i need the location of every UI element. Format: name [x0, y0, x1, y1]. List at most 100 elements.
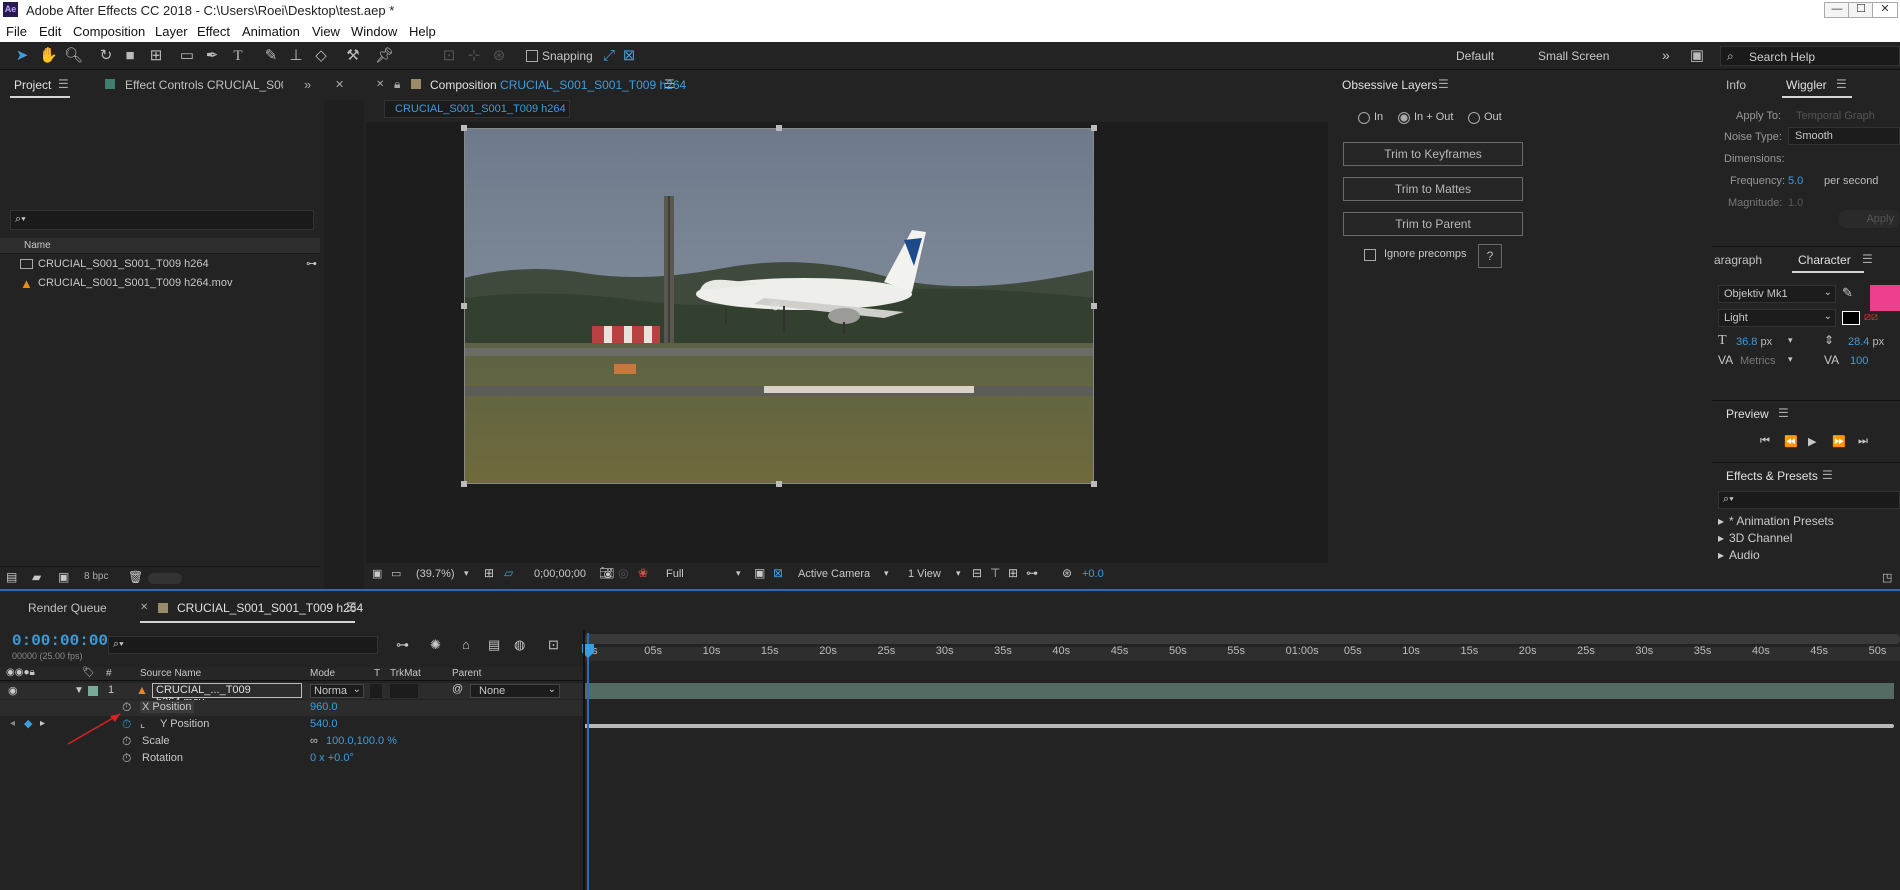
tab-render-queue[interactable]: Render Queue: [28, 601, 107, 615]
font-size-value[interactable]: 36.8 px: [1736, 336, 1772, 348]
tab-paragraph[interactable]: aragraph: [1714, 253, 1762, 267]
monitor-icon[interactable]: ▭: [391, 567, 401, 580]
menu-help[interactable]: Help: [409, 24, 436, 39]
new-comp-icon[interactable]: ▣: [58, 570, 69, 584]
puppet-pin-tool-icon[interactable]: 📌︎: [375, 47, 394, 65]
radio-in-out[interactable]: [1398, 112, 1410, 124]
thumbnail-scroller[interactable]: [148, 573, 182, 584]
character-menu-icon[interactable]: ☰: [1862, 252, 1873, 266]
layer-handle[interactable]: [1091, 303, 1097, 309]
tab-wiggler[interactable]: Wiggler: [1786, 78, 1827, 92]
minimize-button[interactable]: —: [1824, 2, 1850, 18]
axis-local-icon[interactable]: ⊡: [440, 47, 458, 65]
expand-arrow-icon[interactable]: ▸: [1718, 514, 1724, 528]
property-value[interactable]: 0 x +0.0°: [310, 752, 354, 764]
radio-in[interactable]: [1358, 112, 1370, 124]
zoom-dropdown[interactable]: (39.7%): [416, 568, 455, 580]
fill-color-swatch[interactable]: [1870, 285, 1900, 311]
pan-behind-tool-icon[interactable]: ⊞: [147, 47, 165, 65]
delete-icon[interactable]: 🗑︎: [128, 570, 143, 584]
graph-toggle-icon[interactable]: ⌞: [140, 717, 145, 730]
blend-mode-dropdown[interactable]: Norma ⌄: [310, 684, 364, 698]
snap-feature-icon[interactable]: ⊠: [620, 47, 638, 65]
font-style-dropdown[interactable]: Light ⌄: [1718, 309, 1836, 327]
layer-handle[interactable]: [776, 125, 782, 131]
layer-handle[interactable]: [461, 125, 467, 131]
title-safe-icon[interactable]: ⊞: [484, 566, 494, 580]
panel-overflow-icon[interactable]: »: [304, 77, 311, 92]
first-frame-icon[interactable]: ⏮: [1760, 435, 1770, 448]
effects-search-input[interactable]: ⌕▾: [1718, 491, 1900, 509]
camera-dropdown[interactable]: Active Camera: [798, 568, 870, 580]
column-mode[interactable]: Mode: [310, 668, 335, 679]
fill-stroke-icon[interactable]: [1842, 311, 1860, 325]
mask-visibility-icon[interactable]: ▱: [504, 566, 513, 580]
current-time-indicator[interactable]: [587, 633, 589, 890]
tracking-value[interactable]: 100: [1850, 355, 1868, 367]
preserve-transparency-toggle[interactable]: [370, 684, 382, 698]
anchor-point-icon[interactable]: ⊕: [770, 298, 781, 314]
trim-to-mattes-button[interactable]: Trim to Mattes: [1343, 177, 1523, 201]
frame-blending-icon[interactable]: ▤: [488, 637, 500, 653]
motion-blur-icon[interactable]: ◍: [514, 637, 525, 653]
layer-handle[interactable]: [1091, 481, 1097, 487]
layer-row[interactable]: ◉ ▼ 1 ▲ CRUCIAL_..._T009 h264.mov Norma …: [0, 683, 584, 708]
chevron-down-icon[interactable]: ▾: [884, 568, 889, 579]
type-tool-icon[interactable]: T: [229, 47, 247, 65]
timeline-icon[interactable]: ⊞: [1008, 566, 1018, 580]
play-icon[interactable]: ▶: [1808, 435, 1816, 448]
toggle-pixel-aspect-icon[interactable]: ⊟: [972, 566, 982, 580]
next-keyframe-icon[interactable]: ▸: [40, 718, 45, 729]
property-value[interactable]: 100.0,100.0 %: [326, 735, 397, 747]
property-row[interactable]: ⏱︎ Rotation 0 x +0.0°: [0, 751, 584, 767]
axis-view-icon[interactable]: ⊛: [490, 47, 508, 65]
trim-to-parent-button[interactable]: Trim to Parent: [1343, 212, 1523, 236]
project-menu-icon[interactable]: ☰: [58, 77, 69, 91]
layer-name[interactable]: CRUCIAL_..._T009 h264.mov: [152, 683, 302, 708]
resolution-dropdown[interactable]: Full: [666, 568, 684, 580]
selection-tool-icon[interactable]: ➤: [13, 47, 31, 65]
chevron-down-icon[interactable]: ▾: [956, 568, 961, 579]
pen-tool-icon[interactable]: ✒: [203, 47, 221, 65]
trkmat-dropdown[interactable]: [390, 684, 418, 698]
close-panel-icon[interactable]: ✕: [335, 78, 344, 91]
clone-stamp-tool-icon[interactable]: ⊥: [287, 47, 305, 65]
search-help-input[interactable]: ⌕ Search Help: [1720, 46, 1900, 66]
timeline-search-input[interactable]: ⌕▾: [108, 636, 378, 654]
rotate-tool-icon[interactable]: ↻: [97, 47, 115, 65]
new-window-icon[interactable]: ◳: [1882, 571, 1892, 584]
layer-duration-bar[interactable]: [584, 683, 1894, 699]
expand-arrow-icon[interactable]: ▸: [1718, 531, 1724, 545]
tab-character[interactable]: Character: [1798, 253, 1851, 267]
font-family-dropdown[interactable]: Objektiv Mk1 ⌄: [1718, 285, 1836, 303]
snapping-checkbox[interactable]: [526, 50, 538, 62]
snapshot-icon[interactable]: 📷︎: [599, 566, 614, 580]
pickwhip-icon[interactable]: @: [452, 683, 463, 695]
workspace-small-screen[interactable]: Small Screen: [1538, 49, 1609, 63]
current-time-display[interactable]: 0;00;00;00: [534, 568, 586, 580]
timeline-menu-icon[interactable]: ☰: [346, 600, 357, 614]
previous-frame-icon[interactable]: ⏪: [1784, 435, 1798, 448]
stopwatch-icon[interactable]: ⏱︎: [122, 751, 131, 766]
effects-item-audio[interactable]: Audio: [1729, 548, 1760, 562]
flowchart-icon[interactable]: ⊶: [306, 257, 317, 270]
bit-depth-label[interactable]: 8 bpc: [84, 571, 108, 582]
shy-layers-icon[interactable]: ⌂: [462, 637, 470, 652]
tab-preview[interactable]: Preview: [1726, 407, 1769, 421]
layer-handle[interactable]: [461, 303, 467, 309]
flowchart-icon[interactable]: ⊶: [1026, 566, 1038, 580]
fast-previews-icon[interactable]: ⊤: [990, 566, 1000, 580]
maximize-button[interactable]: ☐: [1848, 2, 1874, 18]
menu-edit[interactable]: Edit: [39, 24, 61, 39]
frequency-value[interactable]: 5.0: [1788, 175, 1803, 187]
expand-arrow-icon[interactable]: ▼: [74, 685, 84, 696]
menu-animation[interactable]: Animation: [242, 24, 300, 39]
layer-handle[interactable]: [1091, 125, 1097, 131]
zoom-tool-icon[interactable]: 🔍︎: [64, 47, 83, 65]
layer-label-color[interactable]: [88, 686, 98, 696]
column-source-name[interactable]: Source Name: [140, 668, 201, 679]
lock-icon[interactable]: 🔒︎: [394, 77, 400, 92]
layer-handle[interactable]: [461, 481, 467, 487]
chevron-down-icon[interactable]: ▾: [1788, 335, 1793, 346]
chevron-down-icon[interactable]: ▾: [1788, 354, 1793, 365]
